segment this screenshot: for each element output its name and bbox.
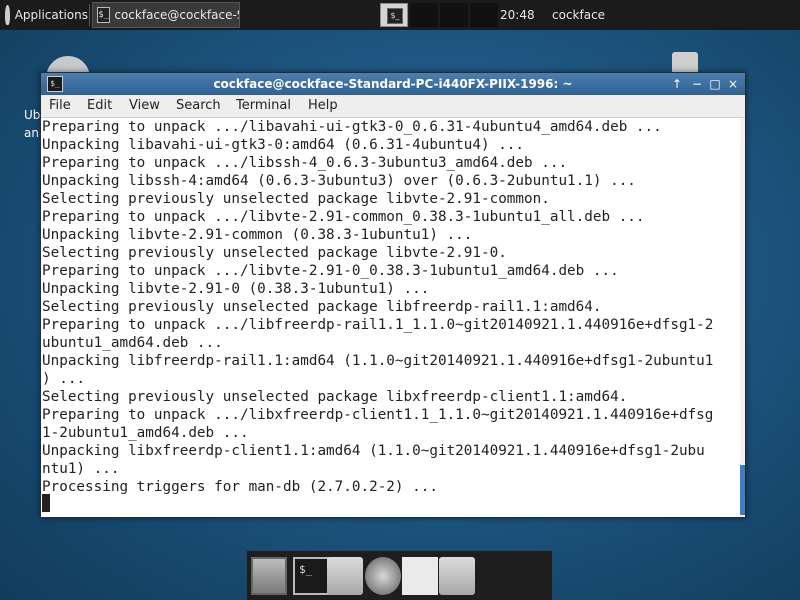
web-browser-icon[interactable]	[365, 557, 401, 595]
close-button[interactable]: ×	[725, 76, 741, 92]
home-folder-icon[interactable]	[327, 557, 363, 595]
clock[interactable]: 20:48	[500, 0, 535, 30]
terminal-window: $_ cockface@cockface-Standard-PC-i440FX-…	[40, 72, 746, 518]
search-icon[interactable]	[402, 557, 438, 595]
terminal-line: Unpacking libfreerdp-rail1.1:amd64 (1.1.…	[42, 353, 714, 369]
terminal-line: Unpacking libvte-2.91-0 (0.38.3-1ubuntu1…	[42, 281, 430, 297]
workspace-1[interactable]: $_	[380, 3, 408, 27]
terminal-line: 1-2ubuntu1_amd64.deb ...	[42, 425, 249, 441]
terminal-scrollbar[interactable]	[740, 118, 745, 517]
terminal-thumbnail-icon: $_	[387, 8, 403, 24]
terminal-line: Preparing to unpack .../libvte-2.91-0_0.…	[42, 263, 619, 279]
terminal-output[interactable]: Preparing to unpack .../libavahi-ui-gtk3…	[41, 118, 745, 517]
desktop-icon-label: Ub an	[24, 108, 41, 140]
workspace-2[interactable]	[410, 3, 438, 27]
terminal-line: Unpacking libvte-2.91-common (0.38.3-1ub…	[42, 227, 473, 243]
show-desktop-icon[interactable]	[251, 557, 287, 595]
panel-separator	[89, 4, 90, 26]
terminal-launcher-icon[interactable]: $_	[293, 557, 329, 595]
dock: $_	[247, 551, 552, 600]
terminal-line: Selecting previously unselected package …	[42, 191, 550, 207]
maximize-button[interactable]: □	[707, 76, 723, 92]
terminal-line: ) ...	[42, 371, 86, 387]
menu-terminal[interactable]: Terminal	[236, 95, 291, 117]
workspace-3[interactable]	[440, 3, 468, 27]
terminal-line: Preparing to unpack .../libssh-4_0.6.3-3…	[42, 155, 568, 171]
terminal-line: Selecting previously unselected package …	[42, 299, 602, 315]
xfce-logo-icon	[5, 5, 10, 25]
shade-button[interactable]: ↑	[669, 76, 685, 92]
scrollbar-thumb[interactable]	[740, 465, 745, 515]
window-title: cockface@cockface-Standard-PC-i440FX-PII…	[213, 77, 573, 91]
menubar: File Edit View Search Terminal Help	[41, 95, 745, 118]
terminal-line: Selecting previously unselected package …	[42, 389, 628, 405]
terminal-line: Preparing to unpack .../libfreerdp-rail1…	[42, 317, 714, 333]
taskbar-terminal-button[interactable]: $_ cockface@cockface-Sta...	[92, 2, 240, 28]
terminal-line: Unpacking libavahi-ui-gtk3-0:amd64 (0.6.…	[42, 137, 525, 153]
taskbar-terminal-label: cockface@cockface-Sta...	[114, 8, 239, 22]
menu-file[interactable]: File	[49, 95, 71, 117]
terminal-line: ubuntu1_amd64.deb ...	[42, 335, 223, 351]
terminal-line: Preparing to unpack .../libvte-2.91-comm…	[42, 209, 645, 225]
terminal-line: Selecting previously unselected package …	[42, 245, 507, 261]
terminal-line: ntu1) ...	[42, 461, 120, 477]
user-menu[interactable]: cockface	[552, 0, 605, 30]
text-cursor	[42, 494, 50, 512]
terminal-icon: $_	[97, 7, 111, 23]
top-panel: Applications $_ cockface@cockface-Sta...…	[0, 0, 800, 30]
minimize-button[interactable]: −	[689, 76, 705, 92]
terminal-line: Preparing to unpack .../libxfreerdp-clie…	[42, 407, 714, 423]
applications-menu-button[interactable]: Applications	[0, 0, 88, 30]
menu-search[interactable]: Search	[176, 95, 221, 117]
terminal-line: Unpacking libxfreerdp-client1.1:amd64 (1…	[42, 443, 705, 459]
workspace-4[interactable]	[470, 3, 498, 27]
terminal-line: Unpacking libssh-4:amd64 (0.6.3-3ubuntu3…	[42, 173, 636, 189]
file-manager-icon[interactable]	[439, 557, 475, 595]
terminal-line: Processing triggers for man-db (2.7.0.2-…	[42, 479, 438, 495]
terminal-line: Preparing to unpack .../libavahi-ui-gtk3…	[42, 119, 662, 135]
applications-label: Applications	[14, 8, 88, 22]
menu-view[interactable]: View	[129, 95, 160, 117]
menu-help[interactable]: Help	[308, 95, 338, 117]
menu-edit[interactable]: Edit	[87, 95, 112, 117]
window-titlebar[interactable]: $_ cockface@cockface-Standard-PC-i440FX-…	[41, 73, 745, 95]
